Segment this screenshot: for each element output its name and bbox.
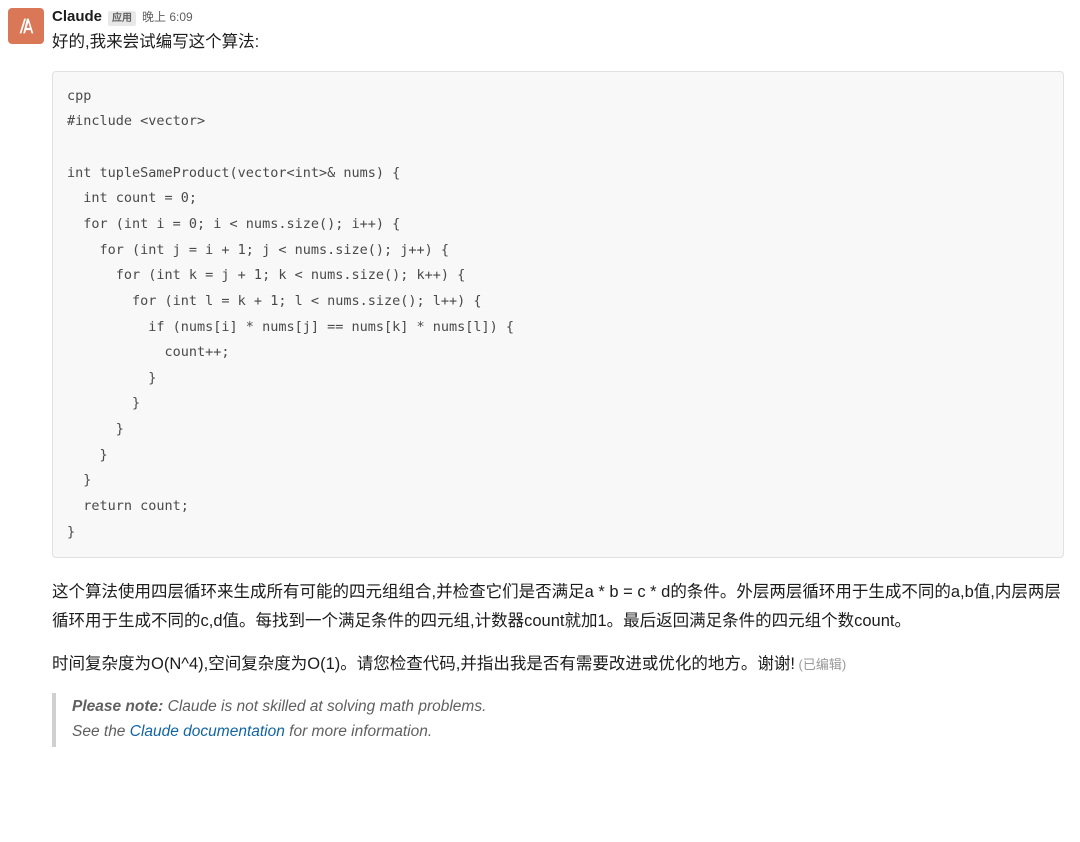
code-block[interactable]: cpp #include <vector> int tupleSameProdu…	[52, 71, 1064, 559]
note-block: Please note: Claude is not skilled at so…	[52, 693, 1064, 747]
app-badge: 应用	[108, 11, 136, 26]
message-intro-text: 好的,我来尝试编写这个算法:	[52, 30, 1064, 55]
sender-name[interactable]: Claude	[52, 8, 102, 25]
message-header: Claude 应用 晚上 6:09	[52, 8, 1064, 26]
avatar[interactable]	[8, 8, 44, 44]
message-content: cpp #include <vector> int tupleSameProdu…	[0, 71, 1080, 767]
message-body: Claude 应用 晚上 6:09 好的,我来尝试编写这个算法:	[52, 8, 1064, 67]
explanation-paragraph-1: 这个算法使用四层循环来生成所有可能的四元组组合,并检查它们是否满足a * b =…	[52, 578, 1064, 636]
explanation-paragraph-2: 时间复杂度为O(N^4),空间复杂度为O(1)。请您检查代码,并指出我是否有需要…	[52, 650, 1064, 679]
anthropic-logo-icon	[15, 15, 37, 37]
documentation-link[interactable]: Claude documentation	[130, 723, 285, 740]
note-line2-suffix: for more information.	[285, 723, 432, 740]
timestamp[interactable]: 晚上 6:09	[142, 8, 193, 25]
note-line1-rest: Claude is not skilled at solving math pr…	[163, 698, 486, 715]
note-line-1: Please note: Claude is not skilled at so…	[72, 695, 1064, 720]
code-content: cpp #include <vector> int tupleSameProdu…	[67, 84, 1049, 546]
note-line2-prefix: See the	[72, 723, 130, 740]
edited-label: (已编辑)	[795, 657, 846, 672]
note-line-2: See the Claude documentation for more in…	[72, 720, 1064, 745]
note-bold: Please note:	[72, 698, 163, 715]
explanation-text: 时间复杂度为O(N^4),空间复杂度为O(1)。请您检查代码,并指出我是否有需要…	[52, 655, 795, 673]
message-row: Claude 应用 晚上 6:09 好的,我来尝试编写这个算法:	[0, 0, 1080, 71]
